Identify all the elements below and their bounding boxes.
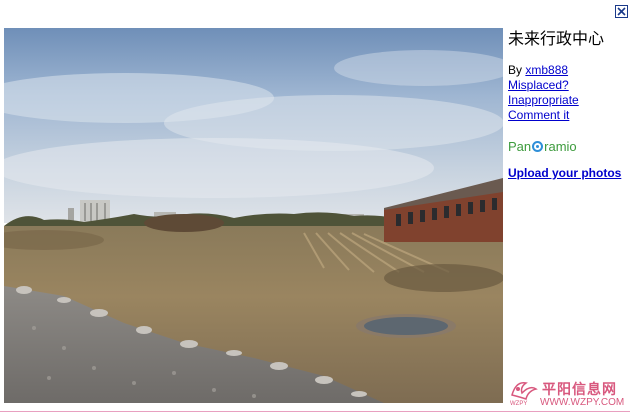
logo-text-start: Pan bbox=[508, 138, 532, 154]
inappropriate-link[interactable]: Inappropriate bbox=[508, 93, 628, 108]
watermark-small-text: WZPY bbox=[510, 401, 528, 407]
landscape-photo bbox=[4, 28, 503, 403]
photo-image[interactable] bbox=[4, 28, 503, 403]
logo-text-end: ramio bbox=[544, 138, 577, 154]
upload-photos-link[interactable]: Upload your photos bbox=[508, 166, 628, 180]
comment-link[interactable]: Comment it bbox=[508, 108, 628, 123]
watermark-site-name: 平阳信息网 bbox=[542, 382, 617, 398]
author-link[interactable]: xmb888 bbox=[525, 63, 568, 77]
globe-icon bbox=[532, 140, 544, 152]
author-line: By xmb888 bbox=[508, 63, 628, 78]
site-watermark: 平阳信息网 WWW.WZPY.COM WZPY bbox=[508, 377, 628, 411]
photo-meta: By xmb888 Misplaced? Inappropriate Comme… bbox=[508, 63, 628, 123]
photo-title: 未来行政中心 bbox=[508, 29, 605, 48]
bottom-divider bbox=[0, 411, 630, 412]
close-x-icon bbox=[617, 7, 626, 16]
watermark-url: WWW.WZPY.COM bbox=[540, 397, 625, 408]
panoramio-logo[interactable]: Pan ramio bbox=[508, 137, 628, 155]
watermark-logo-icon bbox=[511, 382, 538, 400]
misplaced-link[interactable]: Misplaced? bbox=[508, 78, 628, 93]
info-panel: 未来行政中心 By xmb888 Misplaced? Inappropriat… bbox=[508, 28, 628, 180]
by-label: By bbox=[508, 63, 526, 77]
close-button[interactable] bbox=[615, 5, 628, 18]
